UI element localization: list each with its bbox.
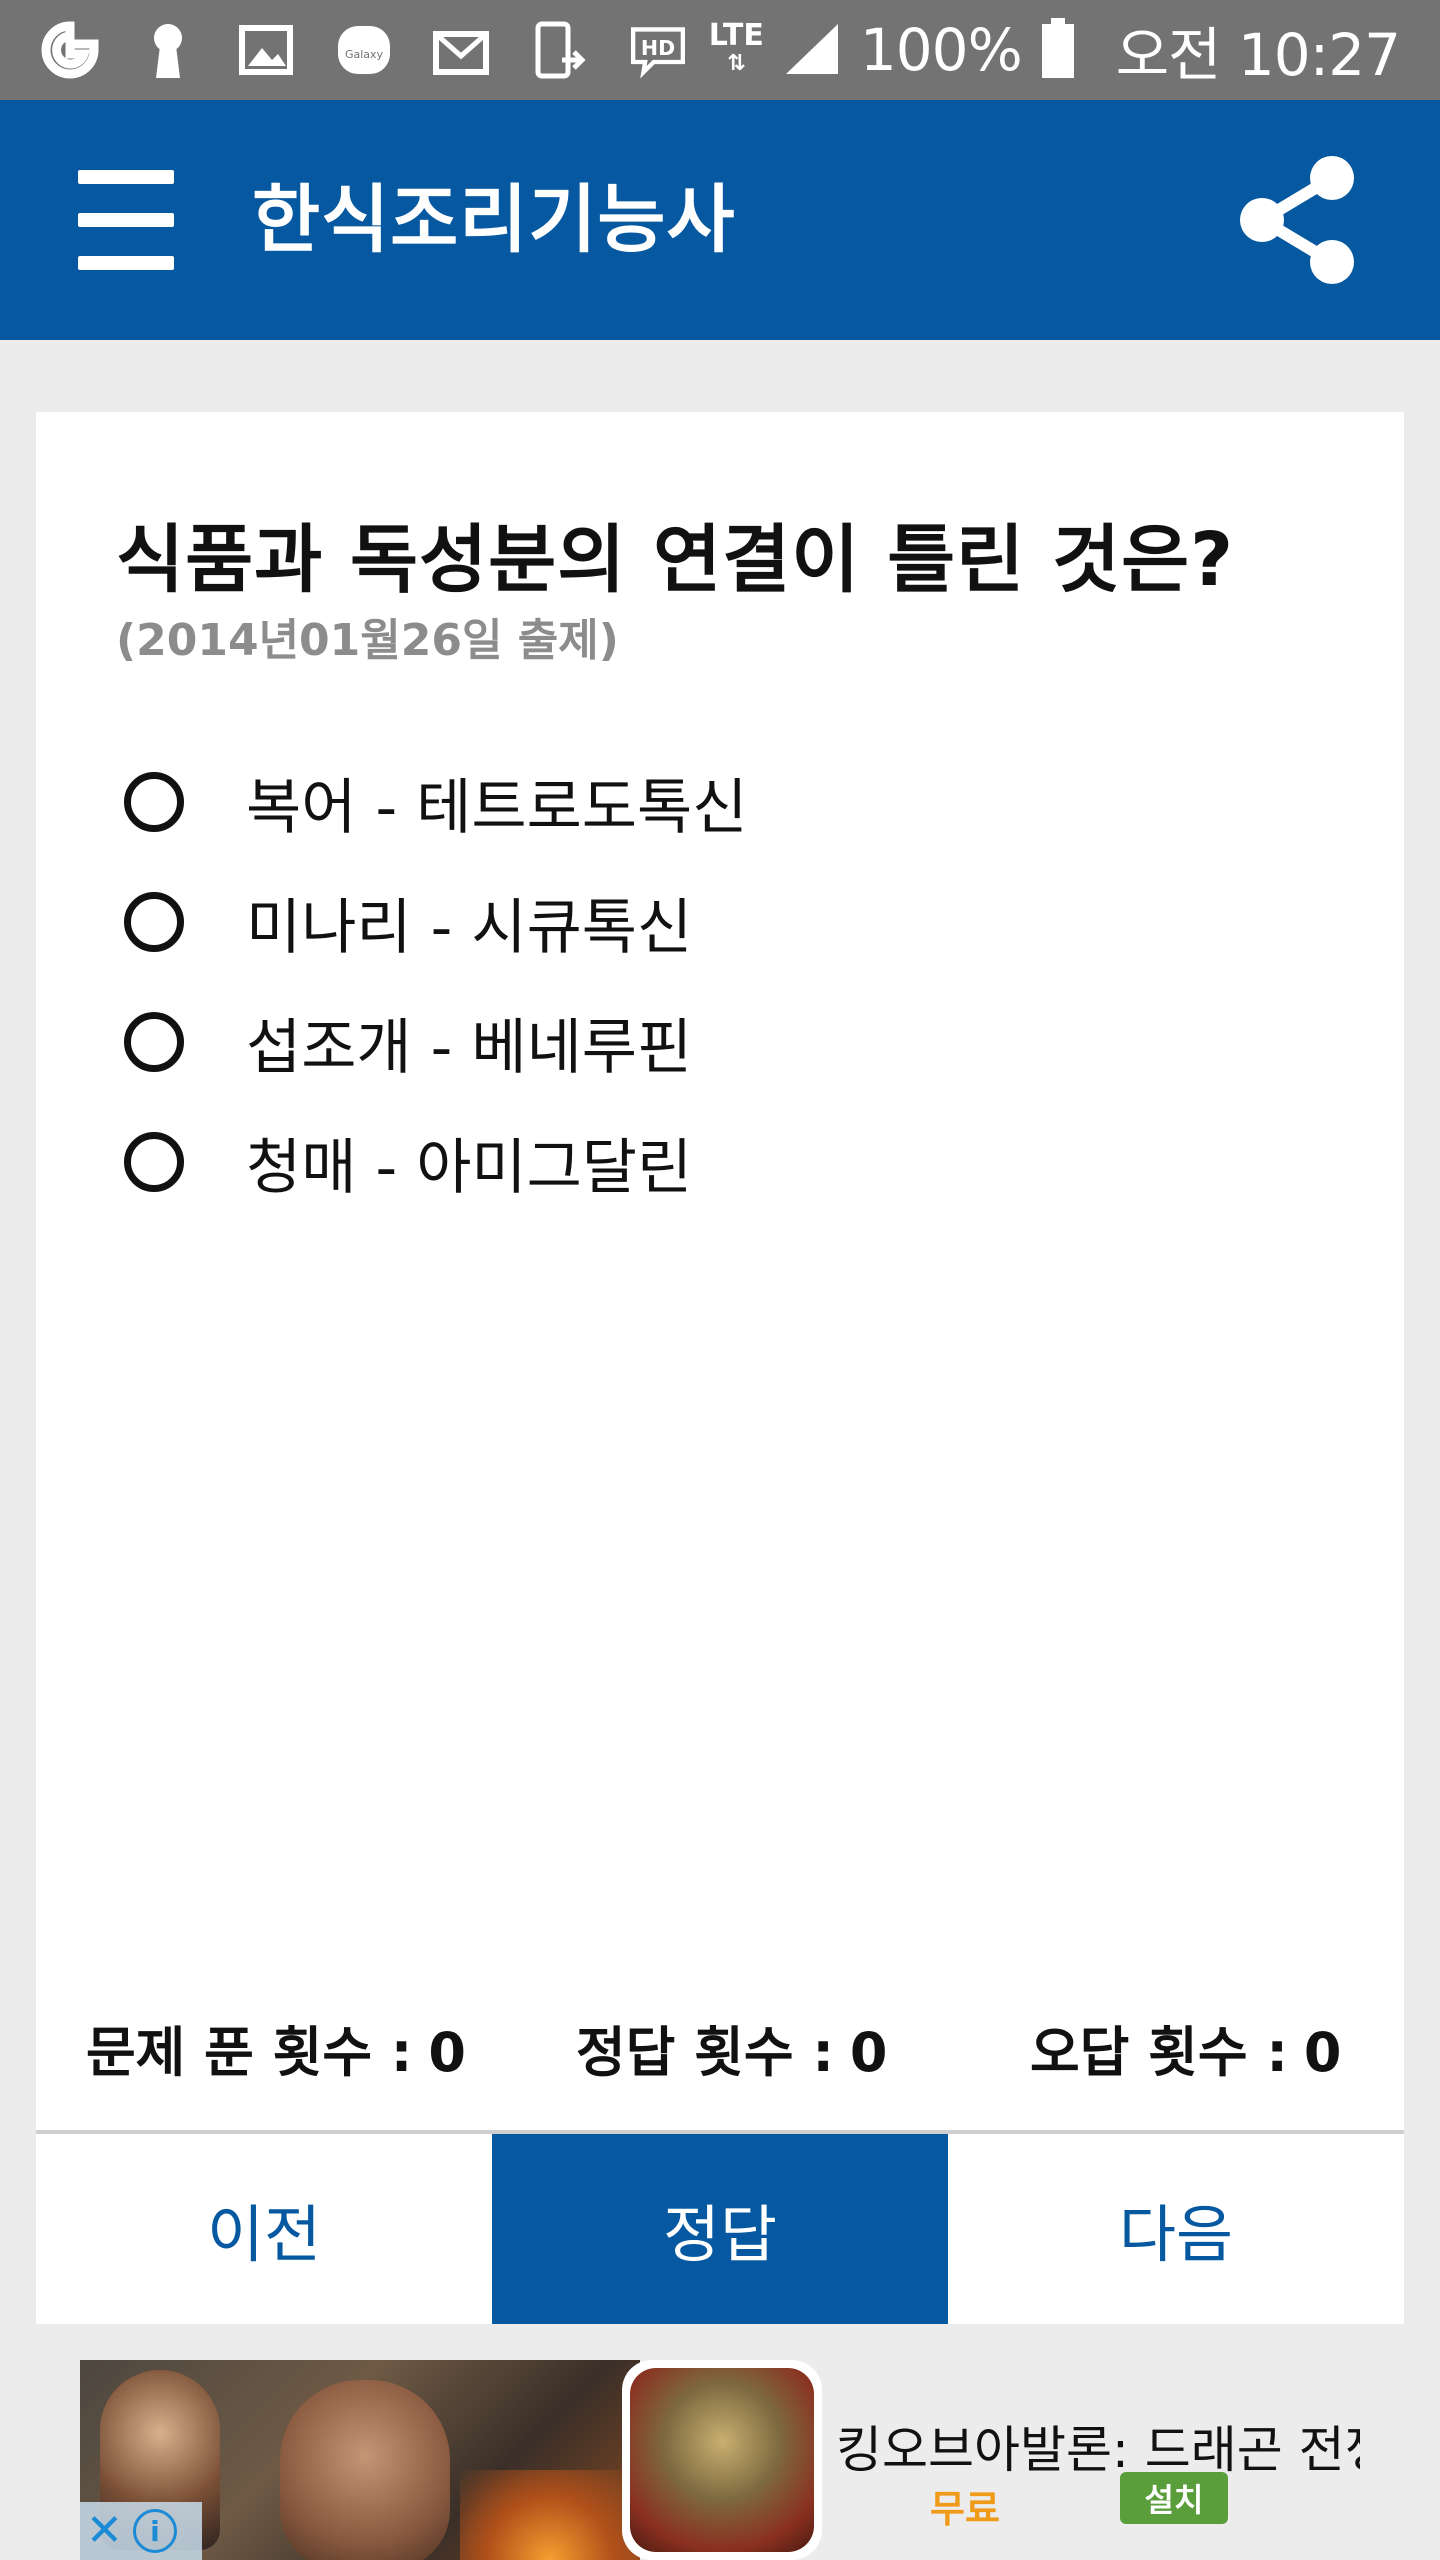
- battery-percent: 100%: [859, 16, 1023, 84]
- radio-button[interactable]: [124, 1132, 184, 1192]
- option-1[interactable]: 복어 - 테트로도톡신: [124, 742, 1324, 862]
- ad-app-icon[interactable]: [622, 2360, 822, 2560]
- wrong-count: 0: [1303, 2021, 1342, 2084]
- keyhole-icon: [138, 20, 198, 80]
- wrong-label: 오답 횟수 :: [1030, 2021, 1288, 2084]
- option-4[interactable]: 청매 - 아미그달린: [124, 1102, 1324, 1222]
- ad-title[interactable]: 킹오브아발론: 드래곤 전쟁: [836, 2410, 1360, 2482]
- question-text: 식품과 독성분의 연결이 틀린 것은?: [116, 517, 1235, 603]
- ad-info-icon[interactable]: i: [132, 2509, 177, 2553]
- correct-count: 0: [849, 2021, 888, 2084]
- ad-game-artwork[interactable]: ✕ i: [80, 2360, 640, 2560]
- correct-label: 정답 횟수 :: [576, 2021, 834, 2084]
- solved-count: 0: [428, 2021, 466, 2084]
- lte-indicator: LTE ⇅: [708, 18, 764, 78]
- notification-icons: Galaxy HD: [40, 20, 688, 80]
- show-answer-button[interactable]: 정답: [492, 2134, 948, 2324]
- navigation-buttons: 이전 정답 다음: [36, 2130, 1404, 2324]
- correct-count-stat: 정답 횟수 :0: [576, 2008, 888, 2087]
- solved-count-stat: 문제 푼 횟수 :0: [86, 2008, 466, 2087]
- hd-label: HD: [641, 36, 675, 60]
- option-3[interactable]: 섭조개 - 베네루핀: [124, 982, 1324, 1102]
- status-bar: Galaxy HD LTE ⇅ 100% 오전 10:27: [0, 0, 1440, 100]
- exam-date: (2014년01월26일 출제): [116, 615, 619, 666]
- g-icon: [40, 20, 100, 80]
- galaxy-icon: Galaxy: [334, 20, 394, 80]
- quiz-card: 식품과 독성분의 연결이 틀린 것은? (2014년01월26일 출제) 복어 …: [36, 412, 1404, 2324]
- stats-row: 문제 푼 횟수 :0 정답 횟수 :0 오답 횟수 :0: [36, 2008, 1404, 2088]
- clock: 오전 10:27: [1115, 21, 1401, 89]
- next-button[interactable]: 다음: [948, 2134, 1404, 2324]
- app-title: 한식조리기능사: [252, 177, 736, 263]
- hd-voice-icon: HD: [628, 20, 688, 80]
- option-label: 복어 - 테트로도톡신: [246, 772, 748, 843]
- ad-price: 무료: [930, 2487, 1000, 2531]
- wrong-count-stat: 오답 횟수 :0: [1030, 2008, 1342, 2087]
- radio-button[interactable]: [124, 1012, 184, 1072]
- signal-icon: [782, 20, 842, 80]
- ad-install-button[interactable]: 설치: [1120, 2472, 1228, 2524]
- network-type: LTE: [708, 18, 764, 53]
- ad-close-icon[interactable]: ✕: [86, 2509, 123, 2553]
- ad-banner[interactable]: ✕ i 킹오브아발론: 드래곤 전쟁 무료 설치: [80, 2360, 1360, 2560]
- option-label: 청매 - 아미그달린: [246, 1132, 693, 1203]
- option-2[interactable]: 미나리 - 시큐톡신: [124, 862, 1324, 982]
- prev-button[interactable]: 이전: [36, 2134, 492, 2324]
- image-icon: [236, 20, 296, 80]
- solved-label: 문제 푼 횟수 :: [86, 2021, 413, 2084]
- option-label: 섭조개 - 베네루핀: [246, 1012, 693, 1083]
- ad-controls: ✕ i: [80, 2502, 202, 2560]
- hamburger-menu-icon[interactable]: [78, 170, 174, 270]
- radio-button[interactable]: [124, 772, 184, 832]
- battery-icon: [1040, 18, 1076, 82]
- ad-artwork-warrior: [280, 2380, 450, 2560]
- data-arrows-icon: ⇅: [727, 51, 746, 76]
- app-bar: 한식조리기능사: [0, 100, 1440, 340]
- ad-artwork-fire: [460, 2470, 640, 2560]
- share-icon[interactable]: [1232, 152, 1362, 288]
- answer-options: 복어 - 테트로도톡신 미나리 - 시큐톡신 섭조개 - 베네루핀 청매 - 아…: [124, 742, 1324, 1222]
- device-icon: [530, 20, 590, 80]
- option-label: 미나리 - 시큐톡신: [246, 892, 693, 963]
- mail-icon: [432, 20, 492, 80]
- radio-button[interactable]: [124, 892, 184, 952]
- galaxy-label: Galaxy: [345, 48, 384, 61]
